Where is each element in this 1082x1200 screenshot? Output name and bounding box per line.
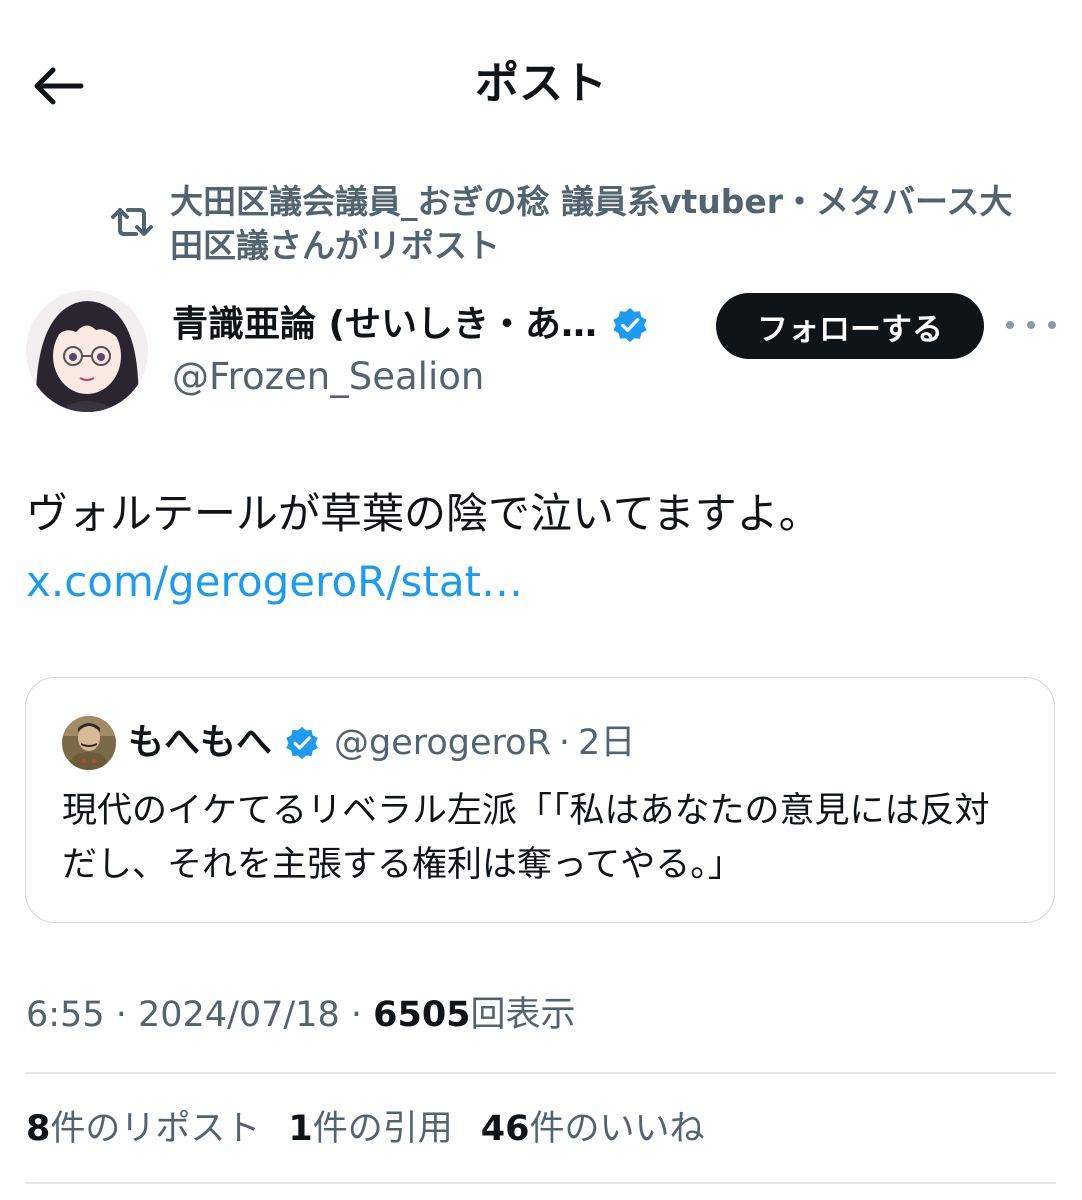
divider	[26, 1182, 1056, 1184]
post-link[interactable]: x.com/gerogeroR/stat…	[26, 552, 523, 612]
quote-handle: @gerogeroR	[334, 723, 551, 763]
more-dot	[1006, 321, 1014, 329]
quotes-stat[interactable]: 1件の引用	[288, 1104, 452, 1154]
reposts-stat[interactable]: 8件のリポスト	[26, 1104, 260, 1154]
avatar-image	[26, 290, 148, 412]
post-author: 青識亜論 (せいしき・あ… @Frozen_Sealion フォローする	[26, 290, 1056, 414]
more-dot	[1048, 321, 1056, 329]
quotes-label: 件の引用	[312, 1109, 453, 1149]
post-meta: 6:55 · 2024/07/18 · 6505回表示	[26, 990, 576, 1040]
author-display-name[interactable]: 青識亜論 (せいしき・あ…	[172, 300, 597, 350]
quote-avatar[interactable]	[62, 716, 116, 770]
post-time[interactable]: 6:55	[26, 995, 105, 1035]
repost-icon	[111, 208, 153, 236]
more-options-icon[interactable]	[1006, 310, 1056, 340]
author-handle[interactable]: @Frozen_Sealion	[172, 352, 484, 402]
page-title: ポスト	[475, 58, 607, 109]
divider	[26, 1072, 1056, 1074]
quote-display-name: もへもへ	[128, 722, 273, 763]
meta-separator: ·	[104, 995, 138, 1035]
reposts-count: 8	[26, 1109, 51, 1149]
follow-button[interactable]: フォローする	[716, 293, 984, 359]
repost-banner-text[interactable]: 大田区議会議員_おぎの稔 議員系vtuber・メタバース大田区議さんがリポスト	[170, 180, 1040, 268]
quote-timestamp: 2日	[578, 723, 636, 763]
avatar[interactable]	[26, 290, 148, 412]
views-label: 回表示	[470, 995, 576, 1035]
likes-count: 46	[480, 1109, 530, 1149]
author-name-line: 青識亜論 (せいしき・あ…	[172, 300, 692, 350]
verified-badge-icon	[613, 307, 647, 343]
reposts-label: 件のリポスト	[50, 1109, 261, 1149]
quote-text: 現代のイケてるリベラル左派「「私はあなたの意見には反対だし、それを主張する権利は…	[62, 791, 990, 885]
quotes-count: 1	[288, 1109, 313, 1149]
engagement-stats: 8件のリポスト 1件の引用 46件のいいね	[26, 1104, 732, 1154]
repost-banner: 大田区議会議員_おぎの稔 議員系vtuber・メタバース大田区議さんがリポスト	[108, 180, 1048, 268]
quote-header: もへもへ @gerogeroR · 2日	[128, 716, 635, 770]
quoted-post[interactable]: もへもへ @gerogeroR · 2日 現代のイケてるリベラル左派「「私はあな…	[25, 677, 1055, 923]
likes-stat[interactable]: 46件のいいね	[481, 1104, 705, 1154]
more-dot	[1027, 321, 1035, 329]
post-date[interactable]: 2024/07/18	[138, 995, 340, 1035]
meta-separator: ·	[339, 995, 374, 1035]
likes-label: 件のいいね	[529, 1109, 705, 1149]
verified-badge-icon	[286, 726, 318, 760]
quote-avatar-image	[62, 716, 116, 770]
top-bar: ポスト	[0, 0, 1082, 170]
quote-separator: ·	[558, 723, 571, 763]
views-count: 6505	[373, 995, 471, 1035]
post-text: ヴォルテールが草葉の陰で泣いてますよ。	[26, 489, 821, 538]
